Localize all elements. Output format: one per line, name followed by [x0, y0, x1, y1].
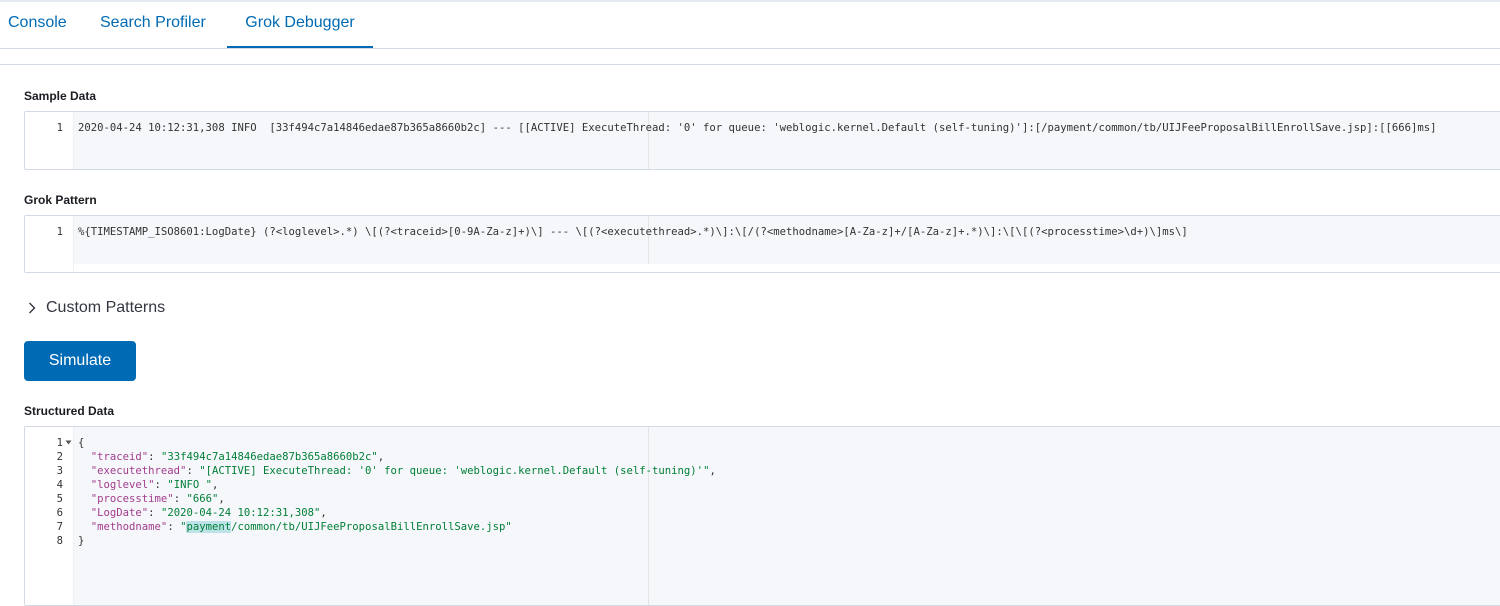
json-key: "loglevel" — [90, 479, 155, 491]
json-value: "666" — [186, 493, 219, 505]
json-value: "[ACTIVE] ExecuteThread: '0' for queue: … — [199, 465, 710, 477]
sample-data-label: Sample Data — [24, 89, 97, 103]
json-field-row: "LogDate": "2020-04-24 10:12:31,308", — [90, 507, 327, 519]
grok-pattern-gutter: 1 — [25, 216, 74, 272]
tab-console-label: Console — [8, 14, 67, 31]
sample-data-line: 2020-04-24 10:12:31,308 INFO [33f494c7a1… — [78, 122, 1437, 134]
json-field-row: "executethread": "[ACTIVE] ExecuteThread… — [90, 465, 716, 477]
json-key: "processtime" — [90, 493, 174, 505]
line-number: 3 — [56, 465, 63, 477]
line-number: 1 — [56, 122, 63, 134]
tab-grok-debugger[interactable]: Grok Debugger — [227, 2, 373, 48]
line-number: 1 — [56, 437, 63, 449]
line-number: 6 — [56, 507, 63, 519]
json-field-row: "traceid": "33f494c7a14846edae87b365a866… — [90, 451, 385, 463]
grok-pattern-label: Grok Pattern — [24, 193, 97, 207]
structured-data-editor[interactable]: 1 2 3 4 5 6 7 8 { "traceid": "33f494c7a1… — [24, 426, 1500, 606]
grok-pattern-code-area[interactable]: %{TIMESTAMP_ISO8601:LogDate} (?<loglevel… — [74, 216, 1500, 264]
grok-pattern-line: %{TIMESTAMP_ISO8601:LogDate} (?<loglevel… — [78, 226, 1188, 238]
json-value-rest: /common/tb/UIJFeeProposalBillEnrollSave.… — [231, 521, 512, 533]
json-value-highlight: payment — [186, 521, 232, 533]
json-field-row: "loglevel": "INFO ", — [90, 479, 219, 491]
line-number: 5 — [56, 493, 63, 505]
structured-data-label: Structured Data — [24, 404, 115, 418]
grok-pattern-editor[interactable]: 1 %{TIMESTAMP_ISO8601:LogDate} (?<loglev… — [24, 215, 1500, 273]
line-number: 2 — [56, 451, 63, 463]
sample-data-gutter: 1 — [25, 112, 74, 169]
json-key: "executethread" — [90, 465, 187, 477]
json-key: "traceid" — [90, 451, 149, 463]
sample-data-code-area[interactable]: 2020-04-24 10:12:31,308 INFO [33f494c7a1… — [74, 112, 1500, 169]
tab-grok-debugger-label: Grok Debugger — [245, 14, 355, 31]
structured-data-code-area[interactable]: { "traceid": "33f494c7a14846edae87b365a8… — [74, 427, 1500, 605]
json-field-row: "methodname": "payment/common/tb/UIJFeeP… — [90, 521, 512, 533]
json-value: "33f494c7a14846edae87b365a8660b2c" — [160, 451, 378, 463]
json-open-brace: { — [78, 437, 85, 449]
tab-search-profiler[interactable]: Search Profiler — [100, 2, 206, 48]
custom-patterns-accordion[interactable]: Custom Patterns — [24, 296, 165, 320]
json-value: "INFO " — [167, 479, 212, 491]
sample-data-editor[interactable]: 1 2020-04-24 10:12:31,308 INFO [33f494c7… — [24, 111, 1500, 170]
simulate-button[interactable]: Simulate — [24, 341, 136, 381]
tab-search-profiler-label: Search Profiler — [100, 14, 206, 31]
json-close-brace: } — [78, 535, 85, 547]
dev-tools-tabs: Console Search Profiler Grok Debugger — [0, 2, 1500, 49]
line-number: 7 — [56, 521, 63, 533]
custom-patterns-label: Custom Patterns — [46, 299, 166, 316]
line-number: 8 — [56, 535, 63, 547]
line-number: 4 — [56, 479, 63, 491]
chevron-right-icon — [29, 302, 36, 314]
fold-caret-icon[interactable] — [65, 439, 72, 446]
structured-data-gutter: 1 2 3 4 5 6 7 8 — [25, 427, 74, 605]
json-value: "2020-04-24 10:12:31,308" — [160, 507, 321, 519]
tab-console[interactable]: Console — [8, 2, 67, 48]
print-margin — [648, 427, 649, 605]
print-margin — [648, 216, 649, 264]
json-key: "LogDate" — [90, 507, 149, 519]
line-number: 1 — [56, 226, 63, 238]
json-key: "methodname" — [90, 521, 168, 533]
json-field-row: "processtime": "666", — [90, 493, 225, 505]
